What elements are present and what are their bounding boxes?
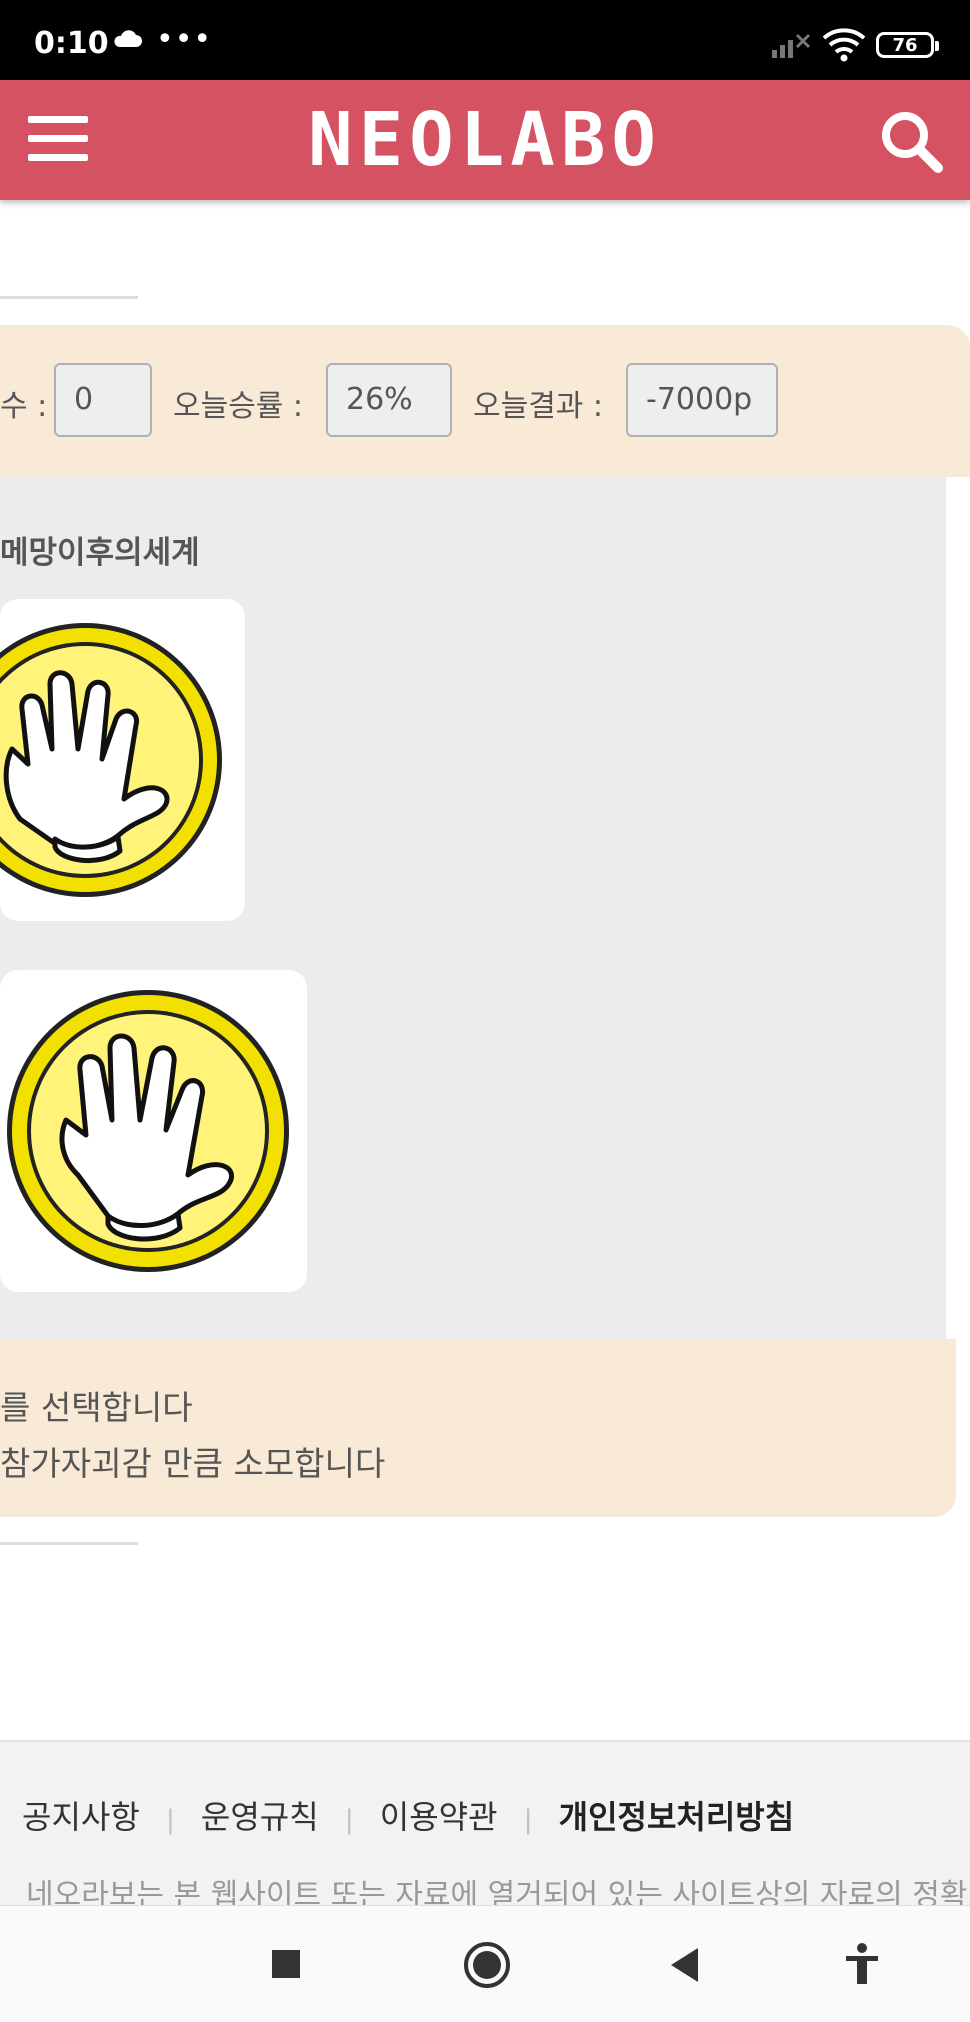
footer-link-privacy[interactable]: 개인정보처리방침: [559, 1798, 795, 1836]
footer-link-rules[interactable]: 운영규칙: [201, 1798, 319, 1836]
back-triangle-icon[interactable]: [668, 1940, 702, 1990]
today-winrate-value: 26%: [326, 363, 452, 437]
home-circle-icon[interactable]: [462, 1940, 512, 1990]
signal-off-icon: [772, 33, 811, 58]
paper-hand-icon: [7, 990, 289, 1272]
game-title: 메망이후의세계: [0, 535, 200, 571]
choice-card-2[interactable]: [0, 970, 307, 1292]
choice-card-1[interactable]: [0, 599, 245, 921]
search-icon[interactable]: [876, 106, 946, 176]
wifi-icon: [822, 28, 866, 62]
message-line-2: 참가자괴감 만큼 소모합니다: [0, 1444, 386, 1483]
count-label: 수 :: [0, 389, 48, 424]
message-panel: 를 선택합니다 참가자괴감 만큼 소모합니다: [0, 1339, 956, 1517]
more-notifications-icon: •••: [156, 22, 213, 57]
footer-link-terms[interactable]: 이용약관: [380, 1798, 498, 1836]
today-result-label: 오늘결과 :: [473, 389, 604, 424]
app-header: NEOLABO: [0, 80, 970, 200]
footer-separator: |: [523, 1805, 533, 1835]
footer-link-notice[interactable]: 공지사항: [22, 1798, 140, 1836]
footer-links: 공지사항 | 운영규칙 | 이용약관 | 개인정보처리방침: [22, 1792, 794, 1838]
battery-icon: 76: [876, 32, 939, 58]
footer: 공지사항 | 운영규칙 | 이용약관 | 개인정보처리방침 네오라보는 본 웹사…: [0, 1740, 970, 1913]
footer-separator: |: [344, 1805, 354, 1835]
cloud-icon: [114, 30, 142, 47]
message-line-1: 를 선택합니다: [0, 1388, 193, 1427]
count-value: 0: [54, 363, 152, 437]
divider-top: [0, 296, 138, 299]
site-logo[interactable]: NEOLABO: [0, 98, 970, 182]
accessibility-icon[interactable]: [842, 1940, 882, 1990]
status-bar: 0:10 ••• 76: [0, 0, 970, 80]
today-result-value: -7000p: [626, 363, 778, 437]
stats-panel: 수 : 0 오늘승률 : 26% 오늘결과 : -7000p: [0, 325, 970, 477]
status-time: 0:10: [34, 26, 109, 61]
recents-square-icon[interactable]: [270, 1940, 302, 1990]
footer-separator: |: [165, 1805, 175, 1835]
divider-bottom: [0, 1542, 138, 1545]
paper-hand-icon: [0, 623, 222, 897]
navigation-bar: [0, 1905, 970, 2022]
today-winrate-label: 오늘승률 :: [173, 389, 304, 424]
game-area: 메망이후의세계: [0, 477, 946, 1339]
